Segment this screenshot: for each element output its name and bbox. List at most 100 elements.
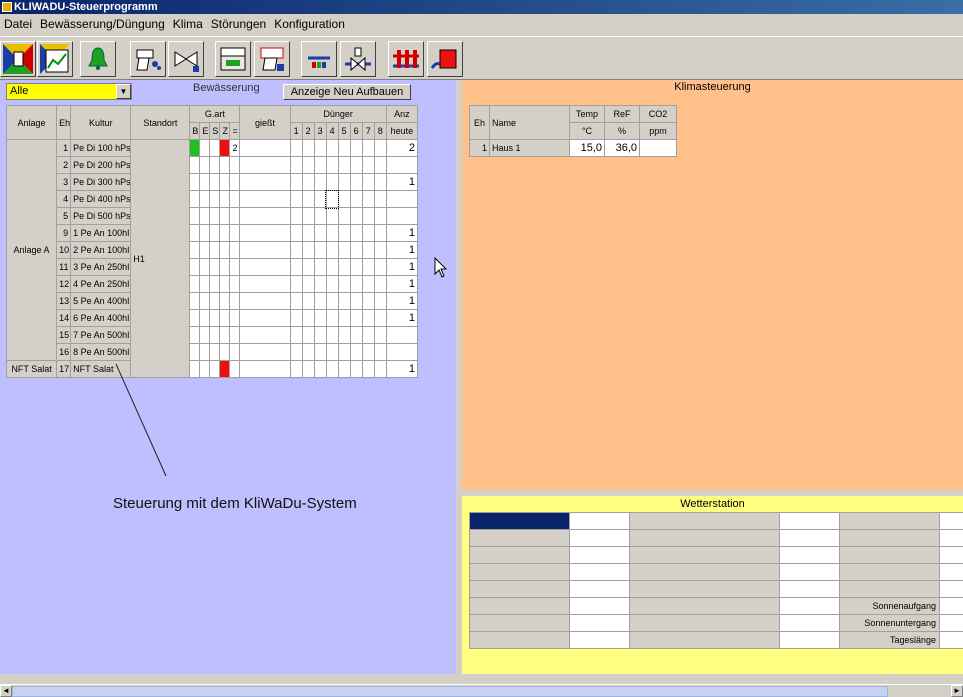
gart-cell[interactable]: [199, 190, 211, 208]
duenger-cell[interactable]: [337, 309, 351, 327]
gart-cell[interactable]: [189, 156, 201, 174]
climate-button[interactable]: [254, 41, 290, 77]
gart-cell[interactable]: [219, 309, 231, 327]
table-row[interactable]: 5 Pe Di 500 hPs: [7, 207, 419, 225]
table-row[interactable]: 3 Pe Di 300 hPs 1: [7, 173, 419, 191]
gart-cell[interactable]: [189, 241, 201, 259]
duenger-cell[interactable]: [373, 343, 387, 361]
giesst-cell[interactable]: [239, 173, 291, 191]
duenger-cell[interactable]: [361, 173, 375, 191]
gart-cell[interactable]: [209, 258, 221, 276]
gart-cell[interactable]: [209, 360, 221, 378]
duenger-cell[interactable]: [349, 309, 363, 327]
irrigation-chart-button[interactable]: [37, 41, 73, 77]
duenger-cell[interactable]: [373, 173, 387, 191]
gart-cell[interactable]: [219, 190, 231, 208]
duenger-cell[interactable]: [325, 156, 339, 174]
duenger-cell[interactable]: [337, 326, 351, 344]
gart-cell[interactable]: [189, 275, 201, 293]
duenger-cell[interactable]: [361, 224, 375, 242]
duenger-cell[interactable]: [349, 190, 363, 208]
duenger-cell[interactable]: [373, 292, 387, 310]
filter-dropdown[interactable]: Alle ▼: [6, 83, 132, 100]
duenger-cell[interactable]: [313, 292, 327, 310]
gart-cell[interactable]: [219, 241, 231, 259]
gart-cell[interactable]: [219, 173, 231, 191]
greenhouse-control-button[interactable]: [215, 41, 251, 77]
gart-cell[interactable]: 2: [229, 139, 241, 157]
giesst-cell[interactable]: [239, 360, 291, 378]
duenger-cell[interactable]: [325, 343, 339, 361]
duenger-cell[interactable]: [361, 190, 375, 208]
table-row[interactable]: 4 Pe Di 400 hPs: [7, 189, 419, 209]
duenger-cell[interactable]: [349, 207, 363, 225]
duenger-cell[interactable]: [361, 360, 375, 378]
duenger-cell[interactable]: [373, 275, 387, 293]
duenger-cell[interactable]: [373, 156, 387, 174]
gart-cell[interactable]: [219, 275, 231, 293]
scale-button[interactable]: [301, 41, 337, 77]
duenger-cell[interactable]: [289, 292, 303, 310]
duenger-cell[interactable]: [301, 173, 315, 191]
gart-cell[interactable]: [229, 156, 241, 174]
gart-cell[interactable]: [209, 224, 221, 242]
gart-cell[interactable]: [209, 190, 221, 208]
scroll-left-icon[interactable]: ◄: [0, 685, 12, 697]
gart-cell[interactable]: [209, 207, 221, 225]
gart-cell[interactable]: [199, 309, 211, 327]
duenger-cell[interactable]: [361, 207, 375, 225]
duenger-cell[interactable]: [313, 139, 327, 157]
duenger-cell[interactable]: [337, 343, 351, 361]
duenger-cell[interactable]: [301, 275, 315, 293]
gart-cell[interactable]: [209, 139, 221, 157]
gart-cell[interactable]: [209, 309, 221, 327]
gart-cell[interactable]: [189, 292, 201, 310]
duenger-cell[interactable]: [349, 360, 363, 378]
giesst-cell[interactable]: [239, 292, 291, 310]
duenger-cell[interactable]: [325, 173, 339, 191]
duenger-cell[interactable]: [325, 275, 339, 293]
duenger-cell[interactable]: [337, 156, 351, 174]
duenger-cell[interactable]: [337, 292, 351, 310]
table-row[interactable]: 11 3 Pe An 250hl 1: [7, 258, 419, 276]
duenger-cell[interactable]: [373, 241, 387, 259]
duenger-cell[interactable]: [289, 258, 303, 276]
duenger-cell[interactable]: [361, 139, 375, 157]
duenger-cell[interactable]: [301, 156, 315, 174]
duenger-cell[interactable]: [289, 156, 303, 174]
gart-cell[interactable]: [199, 326, 211, 344]
duenger-cell[interactable]: [337, 258, 351, 276]
duenger-cell[interactable]: [313, 207, 327, 225]
table-row[interactable]: Anlage A 1 Pe Di 100 hPs H1 2 2: [5, 139, 419, 378]
duenger-cell[interactable]: [313, 224, 327, 242]
gart-cell[interactable]: [199, 139, 211, 157]
duenger-cell[interactable]: [349, 241, 363, 259]
table-row[interactable]: NFT Salat 17 NFT Salat 1: [5, 360, 419, 378]
gart-cell[interactable]: [229, 190, 241, 208]
horizontal-scrollbar[interactable]: ◄ ►: [0, 684, 963, 697]
duenger-cell[interactable]: [361, 258, 375, 276]
irrigation-start-button[interactable]: [0, 41, 36, 77]
duenger-cell[interactable]: [313, 360, 327, 378]
duenger-cell[interactable]: [373, 190, 387, 208]
duenger-cell[interactable]: [301, 224, 315, 242]
duenger-cell[interactable]: [313, 241, 327, 259]
duenger-cell[interactable]: [301, 241, 315, 259]
menu-konfiguration[interactable]: Konfiguration: [270, 17, 349, 31]
duenger-cell[interactable]: [313, 309, 327, 327]
gart-cell[interactable]: [219, 207, 231, 225]
gart-cell[interactable]: [209, 292, 221, 310]
gart-cell[interactable]: [229, 292, 241, 310]
duenger-cell[interactable]: [337, 190, 351, 208]
duenger-cell[interactable]: [289, 309, 303, 327]
duenger-cell[interactable]: [325, 241, 339, 259]
table-row[interactable]: 91 Pe An 100hl 1: [7, 224, 419, 242]
duenger-cell[interactable]: [337, 207, 351, 225]
gart-cell[interactable]: [209, 156, 221, 174]
duenger-cell[interactable]: [373, 360, 387, 378]
gart-cell[interactable]: [199, 207, 211, 225]
duenger-cell[interactable]: [325, 189, 340, 209]
duenger-cell[interactable]: [373, 139, 387, 157]
duenger-cell[interactable]: [337, 360, 351, 378]
duenger-cell[interactable]: [373, 258, 387, 276]
